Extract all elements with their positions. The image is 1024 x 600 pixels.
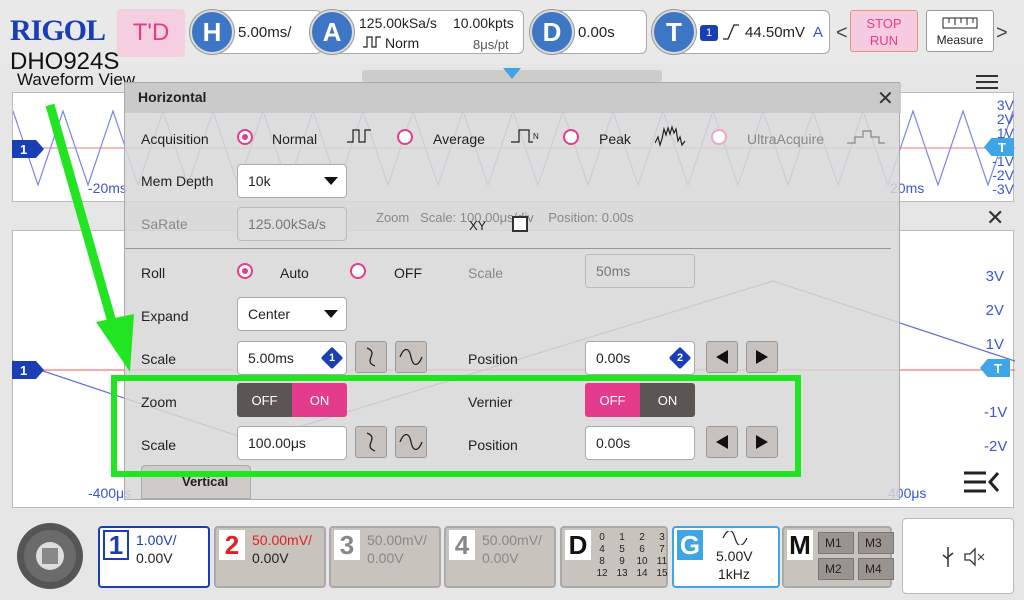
sine-wave-icon xyxy=(722,531,748,545)
mem-depth-select[interactable]: 10k xyxy=(237,164,347,198)
sarate-label: SaRate xyxy=(141,216,188,232)
knob-2-badge: 2 xyxy=(668,346,692,370)
roll-label: Roll xyxy=(141,265,166,281)
peak-wave-icon xyxy=(655,125,686,147)
trigger-pill[interactable]: 1 44.50mV A xyxy=(674,10,830,54)
average-wave-icon: N xyxy=(511,129,539,143)
generator-box[interactable]: G 5.00V 1kHz xyxy=(672,526,780,588)
measure-button[interactable]: Measure xyxy=(926,10,994,52)
settings-gear-icon[interactable] xyxy=(10,518,90,594)
horizontal-badge[interactable]: H xyxy=(190,10,234,54)
digital-box[interactable]: D 0123 4567 8 9 10 11 12 13 14 15 xyxy=(560,526,668,588)
rigol-logo: RIGOL xyxy=(10,14,106,47)
xy-checkbox[interactable] xyxy=(512,216,528,232)
channel-4-box[interactable]: 4 50.00mV/ 0.00V xyxy=(444,526,556,588)
channel-3-box[interactable]: 3 50.00mV/ 0.00V xyxy=(329,526,441,588)
acquire-badge[interactable]: A xyxy=(310,10,354,54)
roll-scale-label: Scale xyxy=(468,265,504,281)
roll-auto-label: Auto xyxy=(280,265,309,281)
trigger-badge[interactable]: T xyxy=(652,10,696,54)
digital-channel-grid: 0123 4567 8 9 10 11 12 13 14 15 xyxy=(596,532,668,579)
channel-2-box[interactable]: 2 50.00mV/ 0.00V xyxy=(214,526,326,588)
triangle-left-icon xyxy=(716,350,728,364)
acq-normal-label: Normal xyxy=(272,131,318,147)
knob-1-badge: 1 xyxy=(320,346,344,370)
waveform-view-title: Waveform View xyxy=(17,70,136,89)
expand-label: Expand xyxy=(141,308,189,324)
ultra-wave-icon xyxy=(847,130,885,144)
usb-icon xyxy=(942,547,954,567)
trigger-position-icon xyxy=(503,68,521,79)
close-zoom-icon[interactable]: ✕ xyxy=(986,205,1004,231)
rising-edge-icon xyxy=(723,24,739,40)
acq-average-radio[interactable] xyxy=(397,129,413,145)
speaker-muted-icon[interactable] xyxy=(963,547,987,567)
scale-fine-button[interactable] xyxy=(395,341,427,373)
annotation-highlight-box xyxy=(111,375,801,477)
prev-arrow-icon[interactable]: < xyxy=(836,22,848,45)
chevron-down-icon xyxy=(324,177,338,185)
fine-wave-icon xyxy=(399,349,423,365)
channel-1-box[interactable]: 1 1.00V/ 0.00V xyxy=(98,526,210,588)
ruler-icon xyxy=(942,17,978,29)
acq-average-label: Average xyxy=(433,131,485,147)
scale-label: Scale xyxy=(141,351,177,367)
roll-off-radio[interactable] xyxy=(350,263,366,279)
roll-scale-field: 50ms xyxy=(585,254,695,288)
svg-text:N: N xyxy=(533,132,539,141)
sarate-field: 125.00kSa/s xyxy=(237,207,347,241)
scale-field[interactable]: 5.00ms 1 xyxy=(237,341,347,375)
dialog-close-icon[interactable]: ✕ xyxy=(877,86,894,111)
math-channel-grid: M1 M3 M2 M4 xyxy=(818,532,894,580)
acq-ultra-radio[interactable] xyxy=(711,129,727,145)
coarse-wave-icon xyxy=(366,347,376,367)
scale-coarse-button[interactable] xyxy=(355,341,387,373)
expand-select[interactable]: Center xyxy=(237,297,347,331)
stop-run-button[interactable]: STOP RUN xyxy=(850,10,918,52)
menu-icon[interactable] xyxy=(976,74,998,90)
acq-normal-radio[interactable] xyxy=(237,129,253,145)
acq-peak-label: Peak xyxy=(599,131,631,147)
math-box[interactable]: M M1 M3 M2 M4 xyxy=(782,526,894,588)
normal-wave-icon xyxy=(347,129,371,143)
acquire-pill[interactable]: 125.00kSa/s 10.00kpts Norm 8μs/pt xyxy=(332,10,524,54)
divider xyxy=(125,248,891,249)
position-label: Position xyxy=(468,351,518,367)
roll-off-label: OFF xyxy=(394,265,422,281)
delay-badge[interactable]: D xyxy=(530,10,574,54)
position-right-button[interactable] xyxy=(746,341,778,373)
acq-ultra-label: UltraAcquire xyxy=(747,131,825,147)
collapse-menu-icon[interactable] xyxy=(964,470,1000,496)
zoom-info-text: Zoom Scale: 100.00μs/div Position: 0.00s xyxy=(376,210,634,225)
td-button[interactable]: T'D xyxy=(117,9,185,57)
acq-peak-radio[interactable] xyxy=(563,129,579,145)
roll-auto-radio[interactable] xyxy=(237,263,253,279)
position-field[interactable]: 0.00s 2 xyxy=(585,341,695,375)
dialog-title: Horizontal xyxy=(125,83,901,113)
chevron-down-icon xyxy=(324,310,338,318)
norm-acquire-icon xyxy=(363,36,381,48)
annotation-arrow xyxy=(45,103,134,372)
status-area xyxy=(902,518,1014,594)
xy-label: XY xyxy=(469,218,487,233)
acquisition-label: Acquisition xyxy=(141,131,209,147)
next-arrow-icon[interactable]: > xyxy=(996,22,1008,45)
mem-depth-label: Mem Depth xyxy=(141,173,214,189)
position-left-button[interactable] xyxy=(706,341,738,373)
triangle-right-icon xyxy=(756,350,768,364)
